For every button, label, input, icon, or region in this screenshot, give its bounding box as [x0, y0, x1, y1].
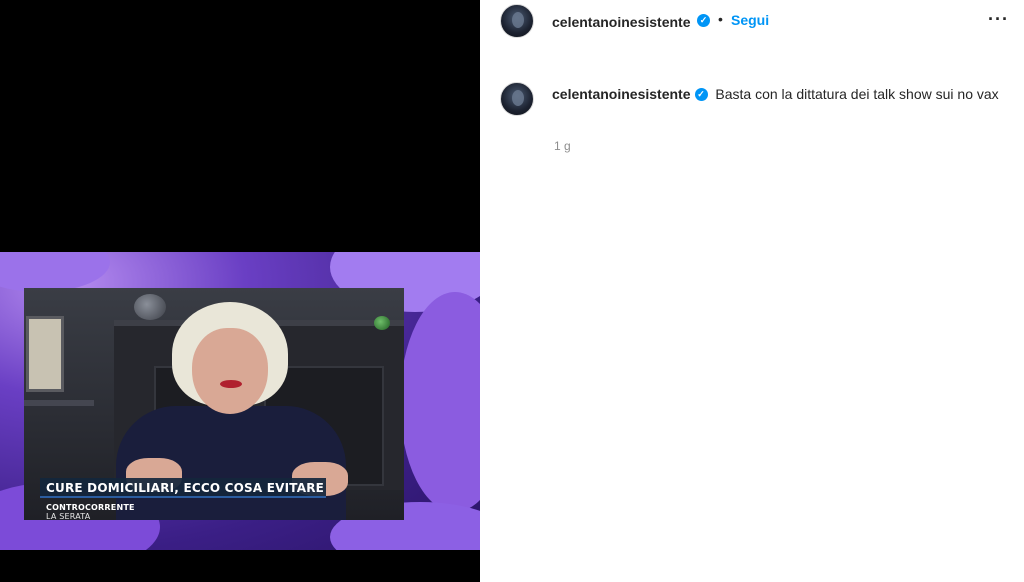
- verified-badge-icon: ✓: [697, 14, 710, 27]
- video-scene: CURE DOMICILIARI, ECCO COSA EVITARE CONT…: [24, 288, 404, 520]
- news-headline-banner: CURE DOMICILIARI, ECCO COSA EVITARE: [40, 478, 326, 498]
- post-media[interactable]: CURE DOMICILIARI, ECCO COSA EVITARE CONT…: [0, 0, 480, 582]
- caption-body: celentanoinesistente ✓ Basta con la ditta…: [552, 84, 1012, 104]
- post-header: celentanoinesistente ✓ • Segui ···: [480, 0, 1024, 44]
- show-logo-sub: LA SERATA: [46, 512, 91, 520]
- caption-author-username[interactable]: celentanoinesistente: [552, 86, 691, 102]
- caption-text: Basta con la dittatura dei talk show sui…: [715, 86, 999, 102]
- show-logo-main: CONTROCORRENTE: [46, 503, 135, 512]
- post-timestamp[interactable]: 1 g: [554, 139, 571, 153]
- video-frame: CURE DOMICILIARI, ECCO COSA EVITARE CONT…: [0, 252, 480, 550]
- verified-badge-icon: ✓: [694, 87, 708, 101]
- green-ornament: [374, 316, 390, 330]
- decor-blob: [0, 252, 110, 292]
- separator-dot: •: [718, 11, 723, 27]
- caption-author-avatar[interactable]: [500, 82, 534, 116]
- author-username[interactable]: celentanoinesistente: [552, 14, 691, 30]
- framed-picture: [26, 316, 64, 392]
- author-avatar[interactable]: [500, 4, 534, 38]
- follow-button[interactable]: Segui: [731, 12, 769, 28]
- show-logo: CONTROCORRENTE LA SERATA: [46, 503, 135, 520]
- shelf: [24, 400, 94, 406]
- decor-blob: [400, 292, 480, 512]
- more-options-icon[interactable]: ···: [988, 9, 1009, 30]
